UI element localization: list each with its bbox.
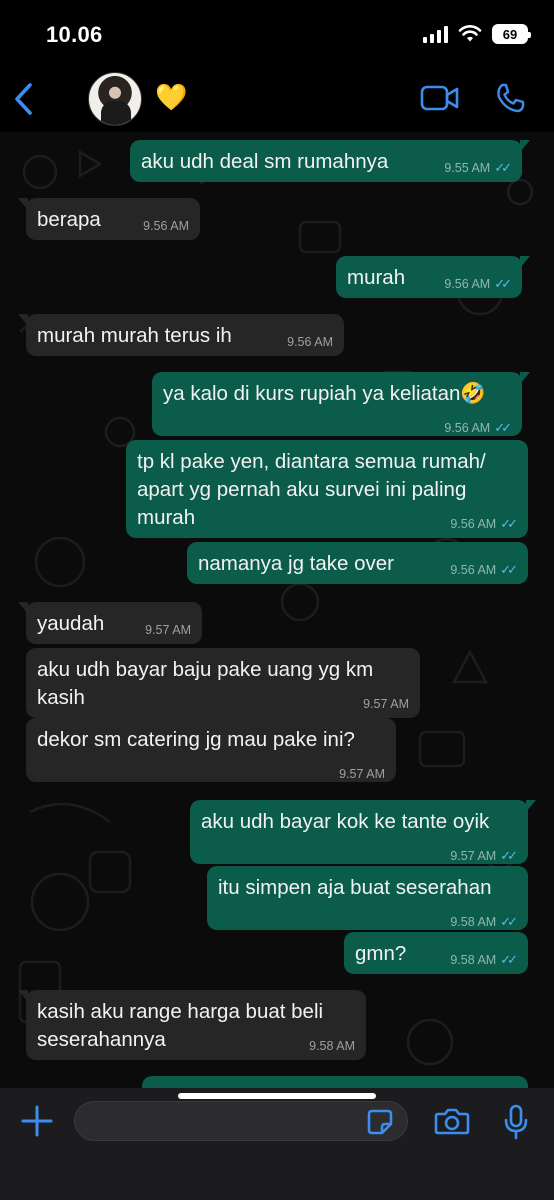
message-meta: 9.56 AM ✓✓ [450,516,518,532]
message-meta: 9.55 AM ✓✓ [444,160,512,176]
message-text: yaudah [37,612,105,635]
outgoing-message[interactable]: gmn? 9.58 AM ✓✓ [344,932,528,974]
read-ticks-icon: ✓✓ [494,160,512,175]
read-ticks-icon: ✓✓ [500,848,518,863]
video-call-icon [420,85,459,111]
wifi-icon [458,25,482,42]
camera-icon [434,1108,470,1135]
read-ticks-icon: ✓✓ [500,952,518,967]
contact-name-emoji[interactable]: 💛 [155,82,187,113]
cellular-signal-icon [423,25,448,43]
incoming-message[interactable]: aku udh bayar baju pake uang yg km kasih… [26,648,420,718]
message-text: aku udh bayar kok ke tante oyik [201,810,490,833]
home-indicator[interactable] [178,1093,376,1099]
plus-icon [21,1105,53,1137]
contact-avatar[interactable] [88,72,142,126]
read-ticks-icon: ✓✓ [500,516,518,531]
outgoing-message[interactable]: itu simpen aja buat seserahan 9.58 AM ✓✓ [207,866,528,930]
attach-button[interactable] [20,1104,54,1138]
incoming-message[interactable]: dekor sm catering jg mau pake ini? 9.57 … [26,718,396,782]
status-icons: 69 [423,24,531,44]
message-text: aku udh deal sm rumahnya [141,150,389,173]
message-text: dekor sm catering jg mau pake ini? [37,728,355,751]
read-ticks-icon: ✓✓ [500,562,518,577]
outgoing-message[interactable]: ya kalo di kurs rupiah ya keliatan🤣 9.56… [152,372,530,436]
message-meta: 9.57 AM [339,767,385,781]
incoming-message[interactable]: berapa 9.56 AM [18,198,200,240]
message-meta: 9.58 AM ✓✓ [450,952,518,968]
message-text: aku udh bayar baju pake uang yg km kasih [37,658,374,709]
message-text: tp kl pake yen, diantara semua rumah/ ap… [137,450,486,529]
outgoing-message[interactable]: aku udh bayar kok ke tante oyik 9.57 AM ✓… [190,800,536,864]
voice-note-button[interactable] [503,1104,529,1145]
incoming-message[interactable]: yaudah 9.57 AM [18,602,202,644]
composer-bar [0,1088,554,1200]
read-ticks-icon: ✓✓ [500,914,518,929]
message-list[interactable]: aku udh deal sm rumahnya 9.55 AM ✓✓ berap… [0,132,554,1088]
status-time: 10.06 [46,22,103,47]
message-meta: 9.56 AM ✓✓ [444,276,512,292]
message-text: murah murah terus ih [37,324,232,347]
microphone-icon [504,1104,528,1140]
outgoing-message[interactable]: murah 9.56 AM ✓✓ [336,256,530,298]
back-chevron-icon [15,83,32,115]
message-meta: 9.58 AM [309,1039,355,1053]
phone-icon [497,83,525,113]
message-text: itu simpen aja buat seserahan [218,876,492,899]
message-text: namanya jg take over [198,552,395,575]
read-ticks-icon: ✓✓ [494,276,512,291]
message-text: murah [347,266,406,289]
chat-header: 💛 [0,70,554,132]
camera-button[interactable] [434,1106,470,1141]
voice-call-button[interactable] [494,82,526,119]
outgoing-message[interactable]: namanya jg take over 9.56 AM ✓✓ [187,542,528,584]
video-call-button[interactable] [420,84,460,117]
status-bar: 10.06 69 [0,0,554,70]
message-meta: 9.56 AM [143,219,189,233]
message-meta: 9.56 AM [287,335,333,349]
message-text: ya kalo di kurs rupiah ya keliatan🤣 [163,382,486,405]
battery-icon: 69 [492,24,531,44]
message-text: gmn? [355,942,407,965]
incoming-message[interactable]: murah murah terus ih 9.56 AM [18,314,344,356]
sticker-button[interactable] [366,1108,394,1141]
back-button[interactable] [8,76,38,122]
message-meta: 9.56 AM ✓✓ [450,562,518,578]
outgoing-message[interactable]: tp kl pake yen, diantara semua rumah/ ap… [126,440,528,538]
message-meta: 9.58 AM ✓✓ [450,914,518,930]
message-text: berapa [37,208,101,231]
incoming-message[interactable]: kasih aku range harga buat beli seseraha… [18,990,366,1060]
message-input[interactable] [74,1101,408,1141]
message-meta: 9.57 AM ✓✓ [450,848,518,864]
sticker-icon [367,1109,393,1135]
message-meta: 9.57 AM [145,623,191,637]
message-meta: 9.56 AM ✓✓ [444,420,512,436]
outgoing-message[interactable]: aku udh deal sm rumahnya 9.55 AM ✓✓ [130,140,530,182]
message-text: kasih aku range harga buat beli seseraha… [37,1000,324,1051]
read-ticks-icon: ✓✓ [494,420,512,435]
message-meta: 9.57 AM [363,697,409,711]
outgoing-message-partial[interactable] [142,1076,528,1088]
